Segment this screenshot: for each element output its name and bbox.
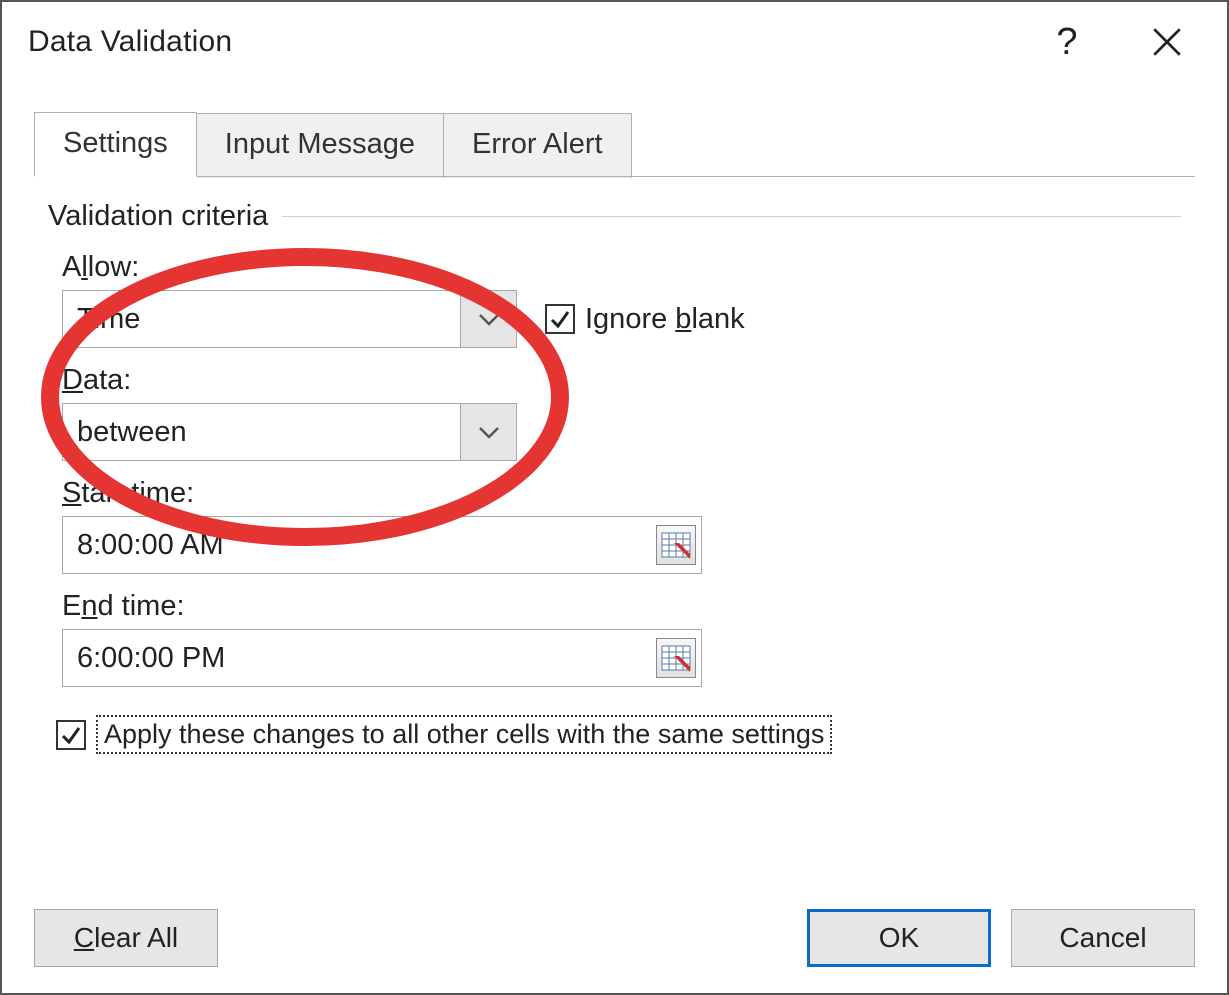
divider xyxy=(282,216,1181,217)
ok-button[interactable]: OK xyxy=(807,909,991,967)
titlebar: Data Validation ? xyxy=(2,2,1227,82)
dialog-footer: Clear All OK Cancel xyxy=(2,883,1227,993)
tab-error-alert[interactable]: Error Alert xyxy=(444,113,632,178)
chevron-down-icon xyxy=(477,311,501,327)
end-time-label: End time: xyxy=(62,590,1181,623)
tab-input-message[interactable]: Input Message xyxy=(197,113,444,178)
allow-dropdown-button[interactable] xyxy=(460,291,516,347)
range-selector-icon xyxy=(661,643,691,673)
ignore-blank-label: Ignore blank xyxy=(585,303,745,336)
start-time-label: Start time: xyxy=(62,477,1181,510)
start-time-input[interactable] xyxy=(63,517,651,573)
checkmark-icon xyxy=(549,308,571,330)
validation-criteria-label: Validation criteria xyxy=(48,200,268,233)
end-time-range-button[interactable] xyxy=(651,630,701,686)
start-time-field[interactable] xyxy=(62,516,702,574)
checkmark-icon xyxy=(60,724,82,746)
cancel-button[interactable]: Cancel xyxy=(1011,909,1195,967)
data-value: between xyxy=(63,404,460,460)
ignore-blank-checkbox[interactable]: Ignore blank xyxy=(545,303,745,336)
start-time-range-button[interactable] xyxy=(651,517,701,573)
end-time-input[interactable] xyxy=(63,630,651,686)
checkbox-box xyxy=(545,304,575,334)
close-icon xyxy=(1150,25,1184,59)
data-label: Data: xyxy=(62,364,1181,397)
allow-value: Time xyxy=(63,291,460,347)
tab-settings[interactable]: Settings xyxy=(34,112,197,177)
data-dropdown-button[interactable] xyxy=(460,404,516,460)
apply-checkbox[interactable] xyxy=(56,720,86,750)
end-time-field[interactable] xyxy=(62,629,702,687)
chevron-down-icon xyxy=(477,424,501,440)
allow-combo[interactable]: Time xyxy=(62,290,517,348)
clear-all-button[interactable]: Clear All xyxy=(34,909,218,967)
tabstrip: Settings Input Message Error Alert xyxy=(34,112,1195,177)
allow-label: Allow: xyxy=(62,251,1181,284)
help-button[interactable]: ? xyxy=(1027,12,1107,72)
apply-label[interactable]: Apply these changes to all other cells w… xyxy=(96,715,832,754)
close-button[interactable] xyxy=(1127,12,1207,72)
range-selector-icon xyxy=(661,530,691,560)
dialog-title: Data Validation xyxy=(28,25,1027,59)
data-validation-dialog: Data Validation ? Settings Input Message… xyxy=(0,0,1229,995)
data-combo[interactable]: between xyxy=(62,403,517,461)
